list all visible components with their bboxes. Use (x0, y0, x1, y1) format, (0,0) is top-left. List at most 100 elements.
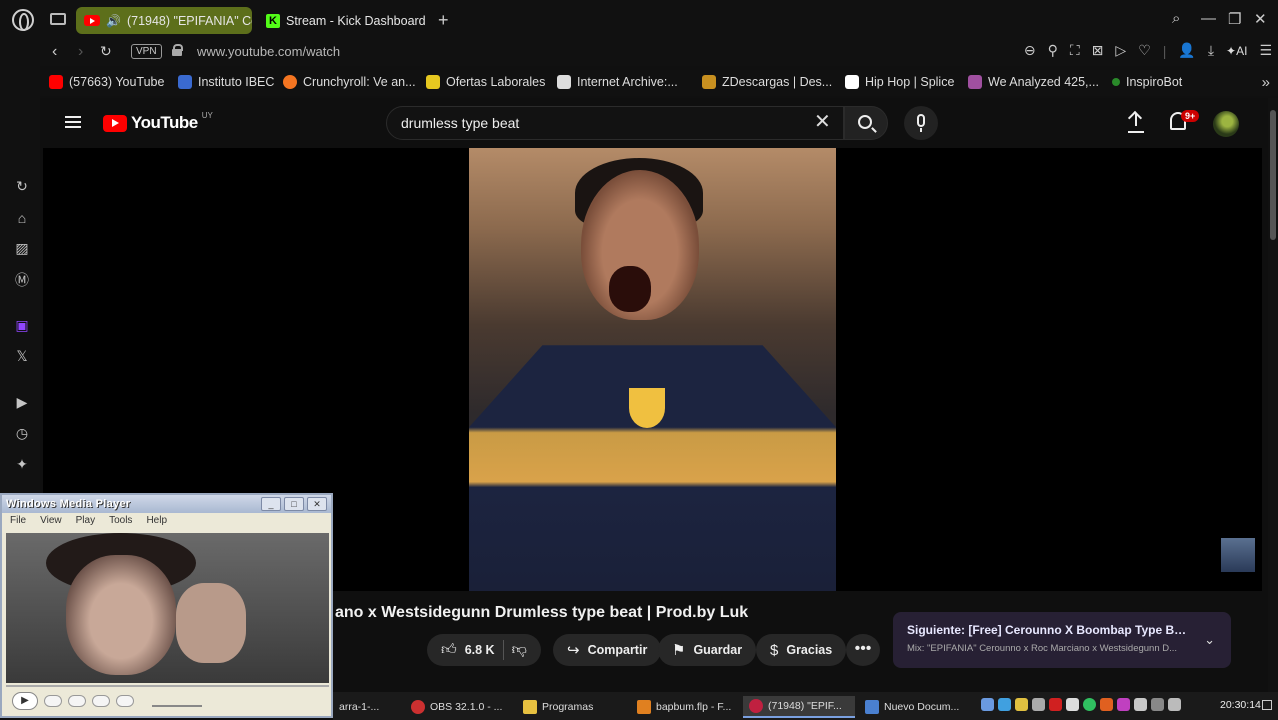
wmp-close-icon[interactable]: ✕ (307, 497, 327, 511)
tray-icon[interactable] (1032, 698, 1045, 711)
wmp-volume-slider[interactable] (152, 705, 202, 707)
volume-icon[interactable] (1168, 698, 1181, 711)
heart-icon[interactable]: ♡ (1138, 42, 1151, 59)
pin-icon[interactable]: ⚲ (1048, 42, 1058, 59)
bookmark-inspirobot[interactable]: InspiroBot (1112, 75, 1182, 89)
wmp-video-area[interactable] (6, 533, 329, 683)
player-sidebar-icon[interactable]: ▶ (14, 394, 30, 410)
pinboard-icon[interactable]: ▨ (14, 240, 30, 256)
taskbar-item-browser[interactable]: (71948) "EPIF... (743, 696, 855, 718)
download-icon[interactable]: ⤓ (1208, 42, 1214, 59)
wmp-next-icon[interactable] (92, 695, 110, 707)
profile-icon[interactable]: 👤 (1178, 42, 1195, 59)
twitch-icon[interactable]: ▣ (14, 317, 30, 333)
opera-logo-icon[interactable] (12, 9, 34, 31)
clear-search-icon[interactable]: ✕ (814, 112, 831, 132)
taskbar-clock[interactable]: 20:30:14 (1220, 699, 1261, 711)
tray-icon[interactable] (1100, 698, 1113, 711)
url-field[interactable]: www.youtube.com/watch (197, 44, 340, 59)
aria-ai-button[interactable]: ✦AI (1226, 44, 1247, 58)
bookmark-we-analyzed[interactable]: We Analyzed 425,... (968, 75, 1099, 89)
bookmark-ofertas[interactable]: Ofertas Laborales (426, 75, 545, 89)
tray-icon[interactable] (1015, 698, 1028, 711)
wmp-menu-tools[interactable]: Tools (109, 515, 132, 526)
workspaces-icon[interactable] (50, 13, 66, 25)
search-tabs-icon[interactable]: ⌕ (1172, 10, 1180, 27)
more-actions-button[interactable]: ••• (846, 634, 880, 666)
bookmark-youtube[interactable]: (57663) YouTube (49, 75, 164, 89)
speaker-icon[interactable]: 🔊 (106, 14, 121, 28)
m-app-icon[interactable]: Ⓜ (14, 272, 30, 288)
tray-icon[interactable] (998, 698, 1011, 711)
chevron-down-icon[interactable]: ⌄ (1204, 632, 1215, 648)
microphone-tray-icon[interactable] (1134, 698, 1147, 711)
forward-icon[interactable]: › (78, 43, 83, 61)
like-count[interactable]: 6.8 K (465, 643, 495, 657)
easy-setup-icon[interactable]: ☰ (1259, 42, 1272, 59)
menu-icon[interactable] (65, 116, 81, 128)
wmp-menu-help[interactable]: Help (146, 515, 167, 526)
scroll-thumb[interactable] (1270, 110, 1276, 240)
bookmark-ibec[interactable]: Instituto IBEC (178, 75, 274, 89)
taskbar-item-fl-studio[interactable]: bapbum.flp - F... (631, 696, 733, 718)
share-button[interactable]: ↪ Compartir (553, 634, 662, 666)
avatar[interactable] (1213, 111, 1239, 137)
voice-search-button[interactable] (904, 106, 938, 140)
notification-center-icon[interactable] (1262, 700, 1272, 710)
adblock-icon[interactable]: ⊠ (1092, 42, 1104, 59)
wmp-menu-file[interactable]: File (10, 515, 26, 526)
reload-icon[interactable]: ↻ (100, 43, 112, 60)
page-scrollbar[interactable] (1268, 98, 1278, 692)
tab-youtube[interactable]: 🔊 (71948) "EPIFANIA" Ce (76, 7, 252, 34)
wmp-menu-play[interactable]: Play (76, 515, 95, 526)
taskbar-item-programas[interactable]: Programas (517, 696, 617, 718)
taskbar-item-document[interactable]: Nuevo Docum... (859, 696, 967, 718)
x-icon[interactable]: 𝕏 (14, 348, 30, 364)
tray-icon[interactable] (1049, 698, 1062, 711)
player-icon[interactable]: ▷ (1115, 42, 1126, 59)
tray-icon[interactable] (1117, 698, 1130, 711)
youtube-logo[interactable]: YouTube UY (103, 111, 213, 133)
tray-icon[interactable] (981, 698, 994, 711)
video-frame-image[interactable] (469, 148, 836, 591)
wmp-play-icon[interactable]: ▶ (12, 692, 38, 710)
upload-icon[interactable] (1128, 112, 1144, 132)
crypto-wallet-icon[interactable]: ⌂ (14, 210, 30, 226)
history-arrow-icon[interactable]: ↻ (14, 178, 30, 194)
like-icon[interactable]: 👍︎ (441, 641, 457, 659)
bookmark-zdescargas[interactable]: ZDescargas | Des... (702, 75, 832, 89)
channel-watermark[interactable] (1221, 538, 1255, 572)
tray-icon[interactable] (1083, 698, 1096, 711)
clock-icon[interactable]: ◷ (14, 425, 30, 441)
snapshot-icon[interactable]: ⛶ (1070, 42, 1080, 59)
bookmark-internet-archive[interactable]: Internet Archive:... (557, 75, 678, 89)
wmp-stop-icon[interactable] (44, 695, 62, 707)
bookmark-crunchyroll[interactable]: Crunchyroll: Ve an... (283, 75, 416, 89)
wmp-prev-icon[interactable] (68, 695, 86, 707)
extensions-icon[interactable]: ✦ (14, 456, 30, 472)
lock-icon[interactable] (172, 44, 183, 56)
wmp-maximize-icon[interactable]: □ (284, 497, 304, 511)
wmp-menu-view[interactable]: View (40, 515, 62, 526)
maximize-icon[interactable]: ❐ (1228, 10, 1241, 28)
close-window-icon[interactable]: ✕ (1254, 10, 1267, 28)
minimize-icon[interactable]: — (1201, 10, 1216, 27)
wmp-seek-bar[interactable] (6, 685, 329, 687)
more-bookmarks-icon[interactable]: » (1262, 74, 1270, 91)
dislike-icon[interactable]: 👎︎ (512, 641, 527, 659)
thanks-button[interactable]: $ Gracias (756, 634, 847, 666)
save-button[interactable]: ⚑ Guardar (658, 634, 757, 666)
network-icon[interactable] (1151, 698, 1164, 711)
tray-icon[interactable] (1066, 698, 1079, 711)
back-icon[interactable]: ‹ (52, 43, 57, 61)
wmp-minimize-icon[interactable]: _ (261, 497, 281, 511)
search-button[interactable] (844, 106, 888, 140)
wmp-titlebar[interactable]: Windows Media Player _ □ ✕ (2, 495, 331, 513)
zoom-out-icon[interactable]: ⊖ (1024, 42, 1036, 59)
vpn-badge[interactable]: VPN (131, 44, 162, 59)
up-next-card[interactable]: Siguiente: [Free] Cerounno X Boombap Typ… (893, 612, 1231, 668)
tab-kick[interactable]: K Stream - Kick Dashboard (258, 7, 433, 34)
taskbar-item[interactable]: arra-1-... (333, 696, 403, 718)
bookmark-splice[interactable]: Hip Hop | Splice (845, 75, 954, 89)
taskbar-item-obs[interactable]: OBS 32.1.0 - ... (405, 696, 505, 718)
